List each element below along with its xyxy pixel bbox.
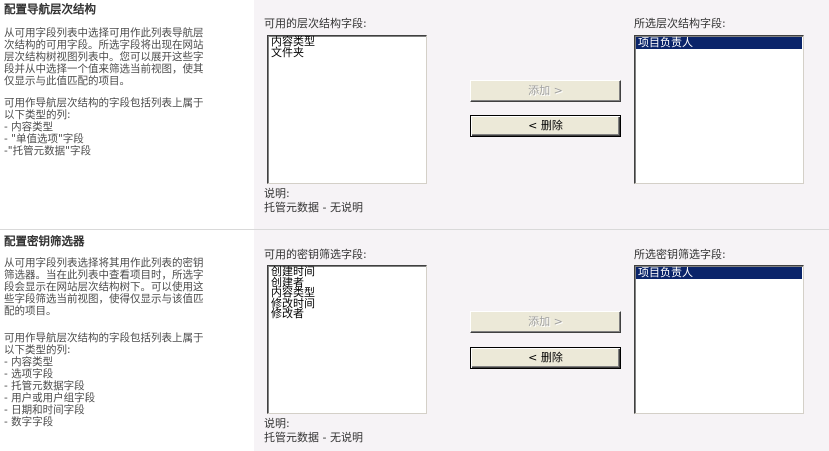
key-type-item: - 用户或用户组字段 bbox=[4, 392, 96, 404]
list-option-selected[interactable]: 项目负责人 bbox=[636, 37, 802, 49]
nav-type-item: -"托管元数据"字段 bbox=[4, 145, 91, 157]
key-desc-line: 段会显示在网站层次结构树下。可以使用这 bbox=[4, 281, 204, 293]
nav-desc-line: 次结构的可用字段。所选字段将出现在网站 bbox=[4, 39, 204, 51]
nav-config-panel: 可用的层次结构字段: 内容类型 文件夹 添加 > < 删除 所选层次结构字段: … bbox=[254, 0, 829, 229]
key-types-intro-line: 以下类型的列: bbox=[4, 344, 71, 356]
key-note-label: 说明: bbox=[264, 417, 290, 430]
key-type-item: - 内容类型 bbox=[4, 356, 54, 368]
nav-type-item: - "单值选项"字段 bbox=[4, 133, 84, 145]
nav-description: 从可用字段列表中选择可用作此列表导航层 次结构的可用字段。所选字段将出现在网站 … bbox=[4, 27, 244, 87]
key-add-button[interactable]: 添加 > bbox=[470, 311, 621, 333]
nav-types-list: - 内容类型 - "单值选项"字段 -"托管元数据"字段 bbox=[4, 121, 254, 157]
key-types-list: - 内容类型 - 选项字段 - 托管元数据字段 - 用户或用户组字段 - 日期和… bbox=[4, 356, 254, 428]
nav-available-listbox[interactable]: 内容类型 文件夹 bbox=[267, 35, 427, 184]
nav-types-intro-line: 可用作导航层次结构的字段包括列表上属于 bbox=[4, 97, 204, 109]
key-selected-label: 所选密钥筛选字段: bbox=[634, 248, 726, 261]
nav-type-item: - 内容类型 bbox=[4, 121, 54, 133]
list-option[interactable]: 修改者 bbox=[269, 308, 425, 320]
key-desc-line: 筛选器。当在此列表中查看项目时，所选字 bbox=[4, 269, 204, 281]
key-selected-listbox[interactable]: 项目负责人 bbox=[634, 265, 804, 414]
key-description: 从可用字段列表选择将其用作此列表的密钥 筛选器。当在此列表中查看项目时，所选字 … bbox=[4, 257, 244, 317]
nav-selected-label: 所选层次结构字段: bbox=[634, 17, 726, 30]
nav-types-intro: 可用作导航层次结构的字段包括列表上属于 以下类型的列: bbox=[4, 97, 244, 121]
key-section-title: 配置密钥筛选器 bbox=[4, 234, 85, 248]
key-description-panel: 配置密钥筛选器 从可用字段列表选择将其用作此列表的密钥 筛选器。当在此列表中查看… bbox=[0, 230, 254, 451]
nav-desc-line: 层次结构树视图列表中。您可以展开这些字 bbox=[4, 51, 204, 63]
key-desc-line: 从可用字段列表选择将其用作此列表的密钥 bbox=[4, 257, 204, 269]
key-types-intro: 可用作导航层次结构的字段包括列表上属于 以下类型的列: bbox=[4, 332, 244, 356]
key-desc-line: 些字段筛选当前视图，使得仅显示与该值匹 bbox=[4, 293, 204, 305]
nav-available-label: 可用的层次结构字段: bbox=[264, 17, 367, 30]
nav-desc-line: 段并从中选择一个值来筛选当前视图，使其 bbox=[4, 63, 204, 75]
key-desc-line: 配的项目。 bbox=[4, 305, 57, 317]
nav-note-text: 托管元数据 - 无说明 bbox=[264, 201, 363, 214]
nav-desc-line: 从可用字段列表中选择可用作此列表导航层 bbox=[4, 27, 204, 39]
key-remove-button[interactable]: < 删除 bbox=[470, 347, 621, 369]
nav-desc-line: 仅显示与此值匹配的项目。 bbox=[4, 75, 130, 87]
key-config-panel: 可用的密钥筛选字段: 创建时间 创建者 内容类型 修改时间 修改者 添加 > <… bbox=[254, 230, 829, 451]
key-types-intro-line: 可用作导航层次结构的字段包括列表上属于 bbox=[4, 332, 204, 344]
nav-section-title: 配置导航层次结构 bbox=[4, 2, 96, 16]
key-type-item: - 托管元数据字段 bbox=[4, 380, 85, 392]
nav-remove-button[interactable]: < 删除 bbox=[470, 115, 621, 137]
nav-selected-listbox[interactable]: 项目负责人 bbox=[634, 35, 804, 184]
list-option[interactable]: 文件夹 bbox=[269, 47, 425, 59]
key-available-listbox[interactable]: 创建时间 创建者 内容类型 修改时间 修改者 bbox=[267, 265, 427, 414]
key-filters-section: 配置密钥筛选器 从可用字段列表选择将其用作此列表的密钥 筛选器。当在此列表中查看… bbox=[0, 229, 829, 451]
nav-note-label: 说明: bbox=[264, 187, 290, 200]
key-type-item: - 日期和时间字段 bbox=[4, 404, 85, 416]
key-type-item: - 选项字段 bbox=[4, 368, 54, 380]
nav-description-panel: 配置导航层次结构 从可用字段列表中选择可用作此列表导航层 次结构的可用字段。所选… bbox=[0, 0, 254, 229]
nav-types-intro-line: 以下类型的列: bbox=[4, 109, 71, 121]
key-available-label: 可用的密钥筛选字段: bbox=[264, 248, 367, 261]
key-type-item: - 数字字段 bbox=[4, 416, 54, 428]
key-note-text: 托管元数据 - 无说明 bbox=[264, 431, 363, 444]
nav-hierarchy-section: 配置导航层次结构 从可用字段列表中选择可用作此列表导航层 次结构的可用字段。所选… bbox=[0, 0, 829, 229]
nav-add-button[interactable]: 添加 > bbox=[470, 80, 621, 102]
list-option-selected[interactable]: 项目负责人 bbox=[636, 267, 802, 279]
